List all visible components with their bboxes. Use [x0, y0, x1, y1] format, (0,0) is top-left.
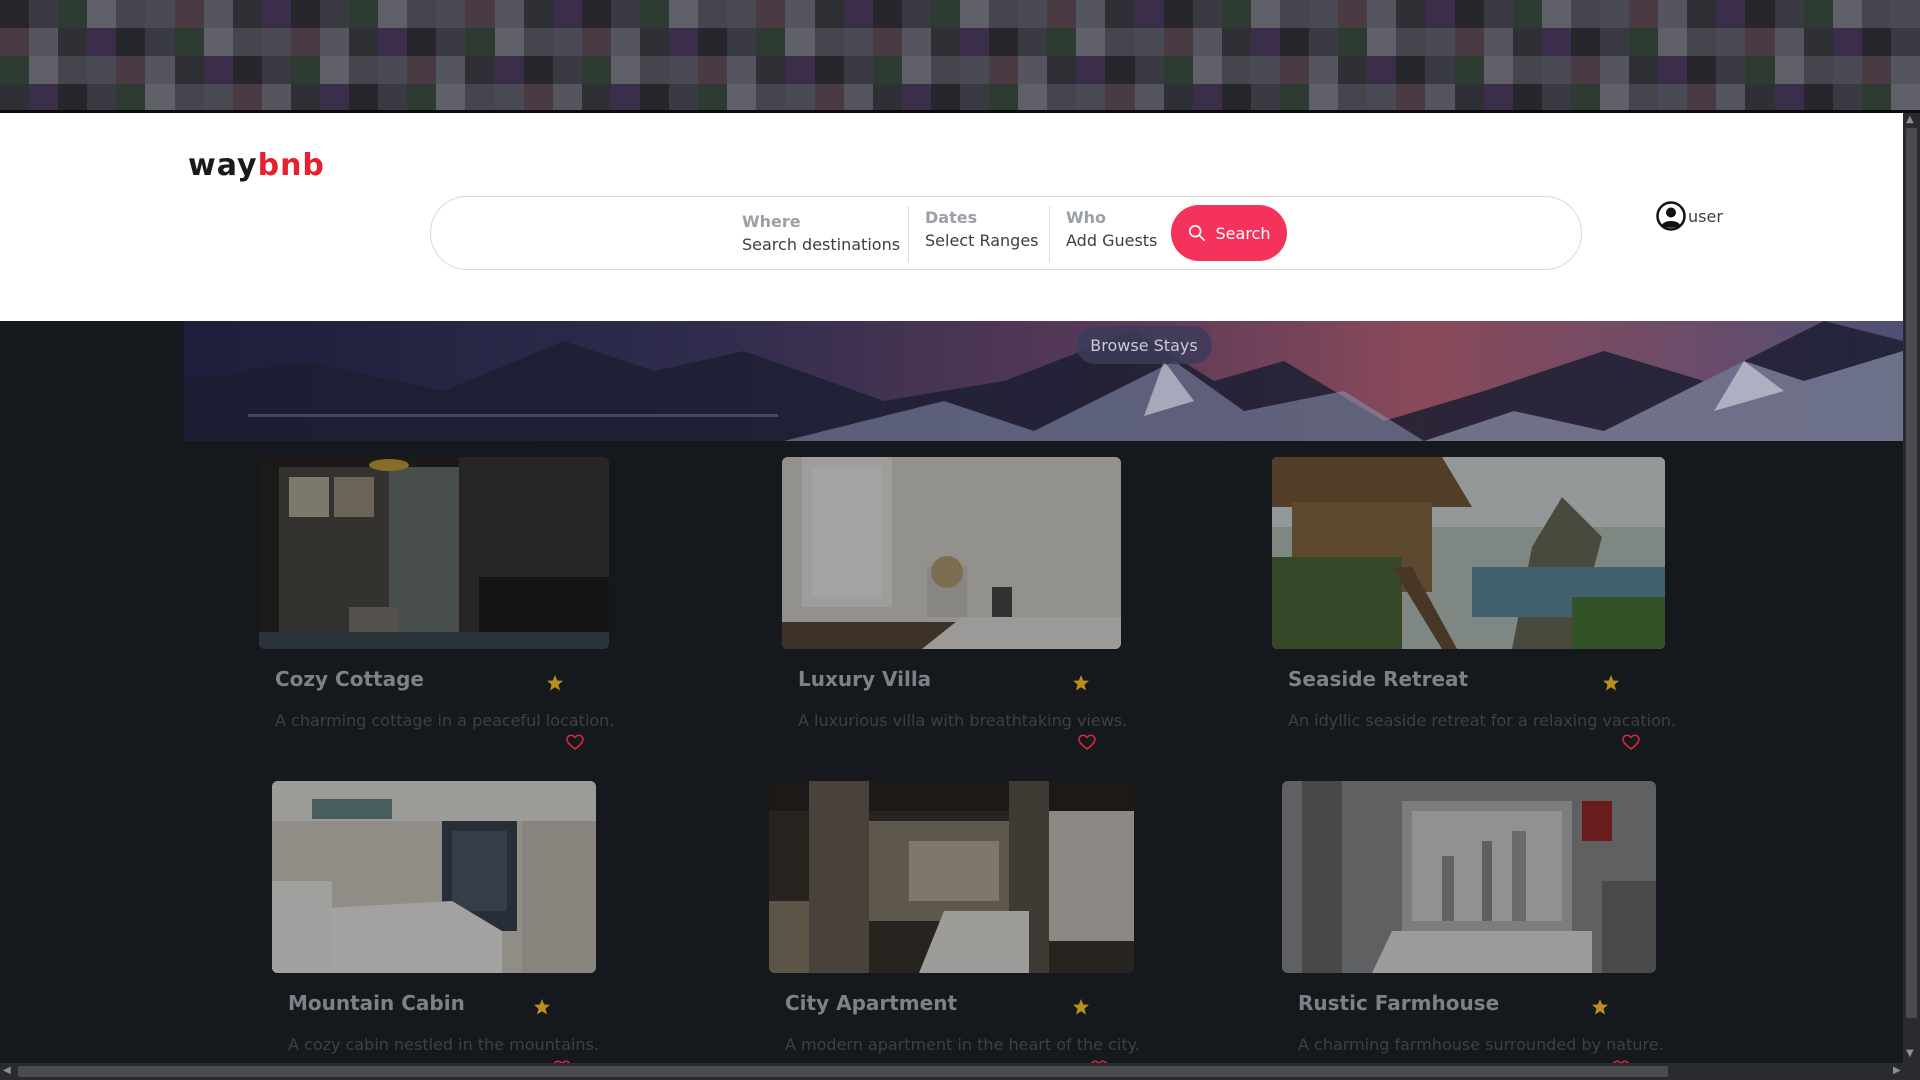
where-value: Search destinations — [742, 235, 901, 254]
star-rating-icon — [1592, 999, 1608, 1015]
browse-stays-button[interactable]: Browse Stays — [1076, 326, 1212, 364]
user-menu[interactable]: user — [1656, 201, 1723, 231]
dates-value: Select Ranges — [925, 231, 1039, 250]
listing-description: An idyllic seaside retreat for a relaxin… — [1288, 711, 1677, 730]
divider — [908, 206, 909, 262]
listing-title[interactable]: Luxury Villa — [798, 667, 931, 691]
search-icon — [1188, 224, 1205, 242]
listing-title[interactable]: Rustic Farmhouse — [1298, 991, 1499, 1015]
star-rating-icon — [534, 999, 550, 1015]
listing-description: A cozy cabin nestled in the mountains. — [288, 1035, 599, 1054]
scroll-up-arrow[interactable]: ▲ — [1906, 114, 1914, 125]
listing-title[interactable]: Mountain Cabin — [288, 991, 465, 1015]
who-value: Add Guests — [1066, 231, 1158, 250]
dates-field[interactable]: Dates Select Ranges — [925, 207, 1039, 257]
logo-bnb: bnb — [257, 148, 325, 183]
favorite-heart-icon[interactable] — [1078, 734, 1096, 750]
hero-underline — [248, 414, 778, 417]
star-rating-icon — [1073, 675, 1089, 691]
star-rating-icon — [1073, 999, 1089, 1015]
listing-description: A charming farmhouse surrounded by natur… — [1298, 1035, 1664, 1054]
browser-tab-strip — [0, 0, 1920, 112]
listing-title[interactable]: Cozy Cottage — [275, 667, 424, 691]
user-label: user — [1688, 206, 1723, 226]
star-rating-icon — [547, 675, 563, 691]
listing-description: A charming cottage in a peaceful locatio… — [275, 711, 615, 730]
search-button-label: Search — [1215, 223, 1271, 243]
logo-way: way — [188, 148, 258, 183]
waybnb-logo[interactable]: waybnb — [188, 151, 325, 181]
scroll-right-arrow[interactable]: ▶ — [1893, 1065, 1901, 1076]
listing-description: A modern apartment in the heart of the c… — [785, 1035, 1140, 1054]
who-field[interactable]: Who Add Guests — [1066, 207, 1157, 257]
horizontal-scroll-thumb[interactable] — [18, 1066, 1668, 1077]
favorite-heart-icon[interactable] — [566, 734, 584, 750]
listing-photo[interactable] — [782, 457, 1121, 649]
search-button[interactable]: Search — [1171, 205, 1287, 261]
listing-photo[interactable] — [1282, 781, 1656, 973]
listing-photo[interactable] — [769, 781, 1134, 973]
listing-title[interactable]: Seaside Retreat — [1288, 667, 1468, 691]
vertical-scroll-thumb[interactable] — [1906, 128, 1917, 1018]
where-label: Where — [742, 212, 801, 231]
divider — [1049, 206, 1050, 262]
listing-photo[interactable] — [1272, 457, 1665, 649]
search-bar: Where Search destinations Dates Select R… — [430, 196, 1582, 270]
who-label: Who — [1066, 208, 1107, 227]
site-header: waybnb Where Search destinations Dates S… — [0, 113, 1903, 321]
dates-label: Dates — [925, 208, 978, 227]
listing-description: A luxurious villa with breathtaking view… — [798, 711, 1128, 730]
user-circle-icon — [1656, 201, 1686, 231]
star-rating-icon — [1603, 675, 1619, 691]
listing-title[interactable]: City Apartment — [785, 991, 957, 1015]
scroll-down-arrow[interactable]: ▼ — [1906, 1048, 1914, 1059]
listing-photo[interactable] — [259, 457, 609, 649]
hero-banner — [184, 321, 1903, 441]
scroll-left-arrow[interactable]: ◀ — [3, 1065, 11, 1076]
mountain-illustration — [184, 321, 1903, 441]
listing-photo[interactable] — [272, 781, 596, 973]
where-field[interactable]: Where Search destinations — [742, 211, 900, 261]
favorite-heart-icon[interactable] — [1622, 734, 1640, 750]
